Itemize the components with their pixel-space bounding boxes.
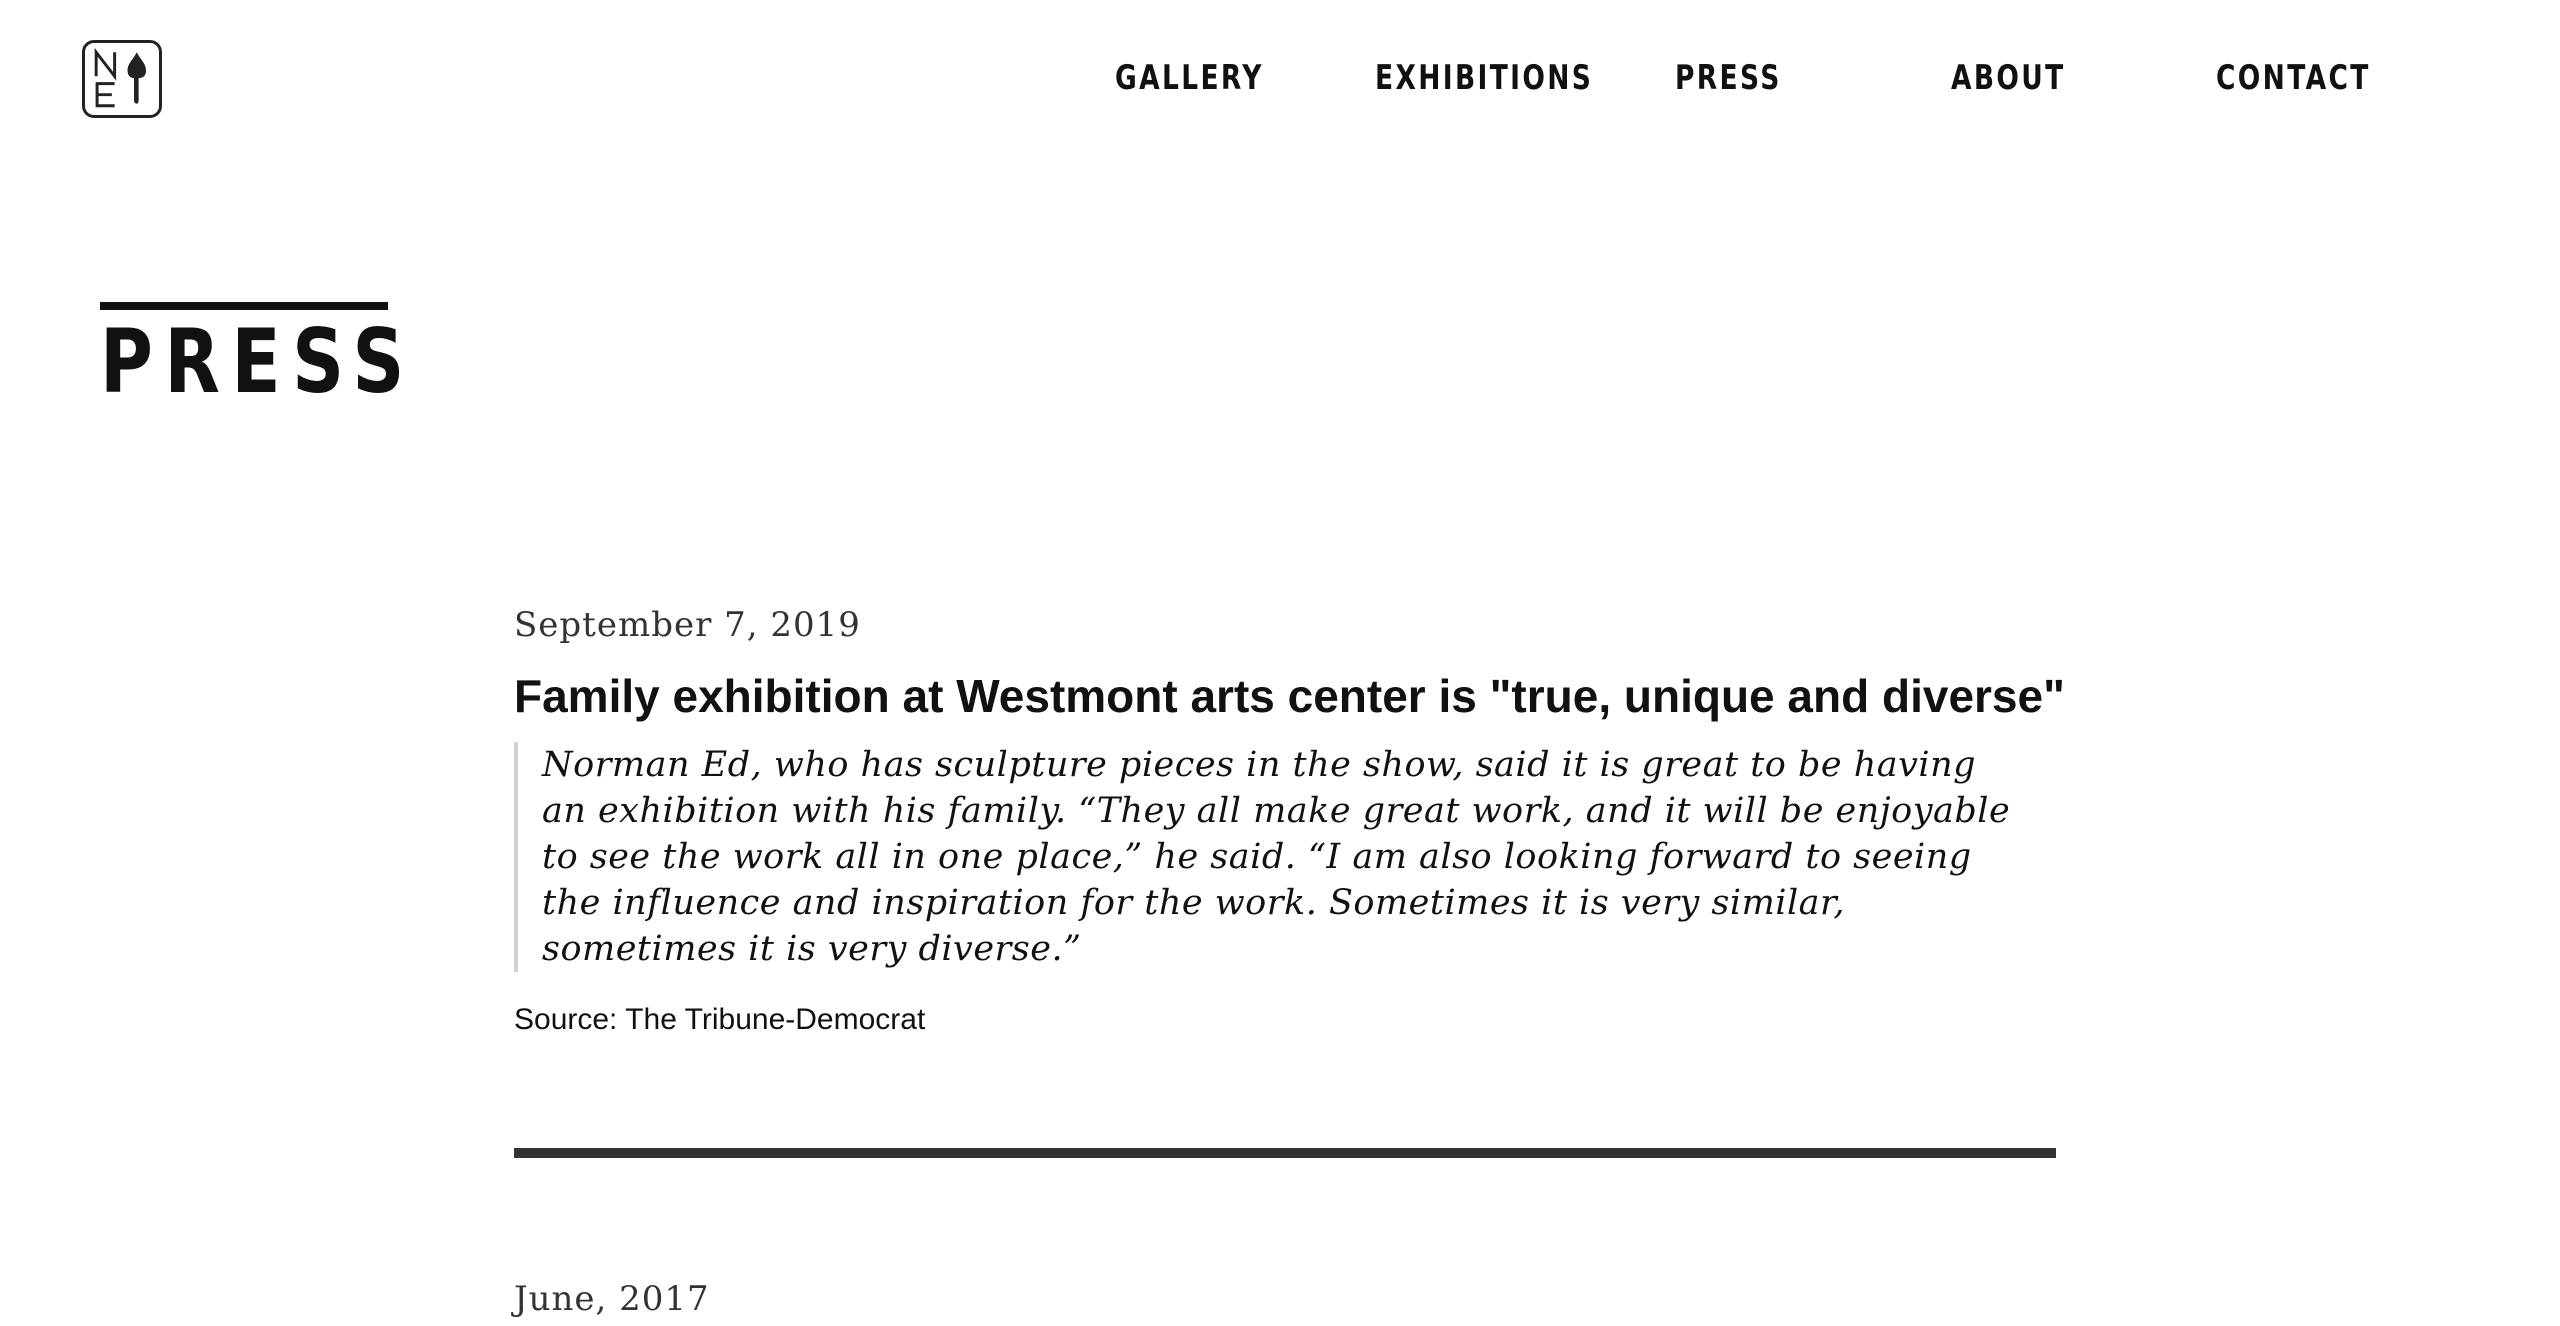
article-quote: Norman Ed, who has sculpture pieces in t… — [514, 742, 2014, 972]
article-date: September 7, 2019 — [514, 605, 861, 645]
article-date: June, 2017 — [514, 1279, 710, 1319]
page-title-rule — [100, 302, 388, 310]
nav-gallery[interactable]: GALLERY — [1115, 58, 1264, 98]
page-title: PRESS — [100, 310, 416, 413]
press-article: September 7, 2019 Family exhibition at W… — [514, 598, 2065, 1040]
article-divider — [514, 1148, 2056, 1158]
nav-press[interactable]: PRESS — [1675, 58, 1782, 98]
site-header: NE GALLERY EXHIBITIONS PRESS ABOUT CONTA… — [0, 0, 2560, 160]
press-article: June, 2017 — [514, 1272, 2056, 1326]
article-source: Source: The Tribune-Democrat — [514, 1003, 926, 1036]
page-title-block: PRESS — [100, 302, 485, 410]
site-logo[interactable]: NE — [82, 40, 162, 118]
logo-mark-icon — [94, 47, 146, 108]
nav-about[interactable]: ABOUT — [1951, 58, 2066, 98]
nav-contact[interactable]: CONTACT — [2216, 58, 2371, 98]
article-headline[interactable]: Family exhibition at Westmont arts cente… — [514, 662, 2065, 730]
nav-exhibitions[interactable]: EXHIBITIONS — [1375, 58, 1593, 98]
